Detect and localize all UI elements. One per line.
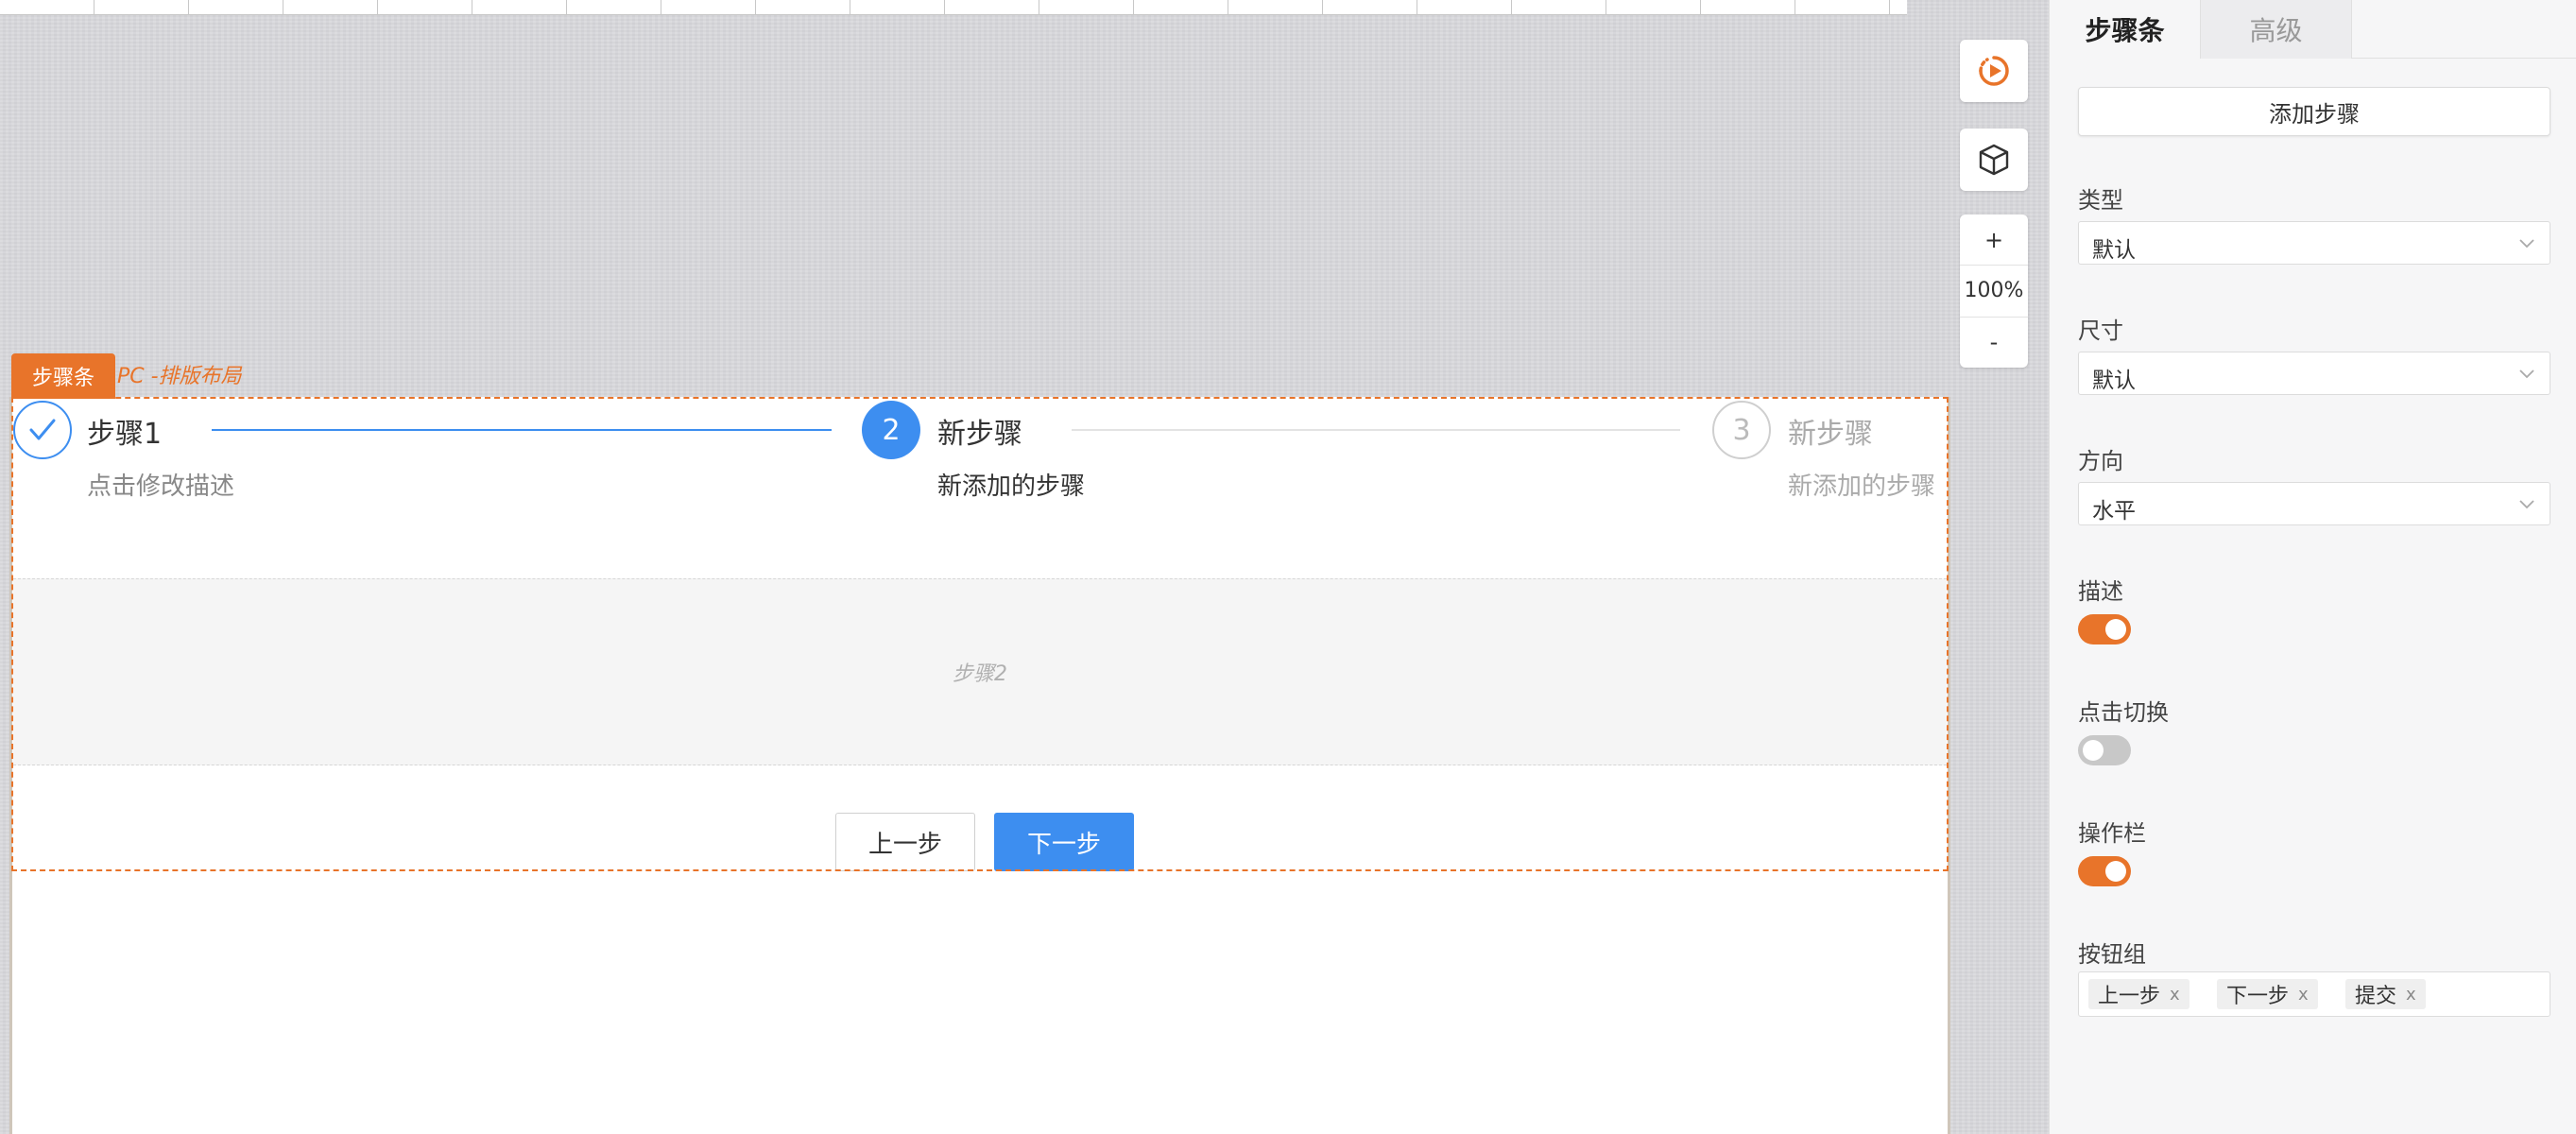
size-select-value: 默认 bbox=[2092, 369, 2136, 393]
toggle-knob bbox=[2105, 861, 2126, 882]
panel-tabs: 步骤条 高级 bbox=[2050, 0, 2576, 59]
size-label: 尺寸 bbox=[2078, 318, 2123, 344]
button-group-input[interactable]: 上一步 x 下一步 x 提交 x bbox=[2078, 971, 2550, 1017]
direction-select-value: 水平 bbox=[2092, 499, 2136, 524]
zoom-control: + 100% - bbox=[1960, 215, 2028, 368]
click-switch-label: 点击切换 bbox=[2078, 699, 2169, 726]
direction-select[interactable]: 水平 bbox=[2078, 482, 2550, 525]
add-step-button[interactable]: 添加步骤 bbox=[2078, 87, 2550, 136]
component-tag[interactable]: 步骤条 bbox=[11, 353, 116, 399]
type-select[interactable]: 默认 bbox=[2078, 221, 2550, 265]
chip-remove-icon[interactable]: x bbox=[2170, 985, 2180, 1005]
chip-label: 提交 bbox=[2355, 985, 2397, 1008]
preview-button[interactable] bbox=[1960, 40, 2028, 102]
layout-label: PC -排版布局 bbox=[117, 365, 242, 388]
button-group-label: 按钮组 bbox=[2078, 941, 2146, 968]
tab-steps[interactable]: 步骤条 bbox=[2050, 0, 2201, 59]
properties-panel: 步骤条 高级 添加步骤 类型 默认 尺寸 默认 方向 水平 描述 点击切换 操作… bbox=[2049, 0, 2576, 1134]
zoom-out-button[interactable]: - bbox=[1960, 316, 2028, 368]
selected-component-outline bbox=[11, 397, 1949, 871]
3d-view-button[interactable] bbox=[1960, 129, 2028, 191]
chip-remove-icon[interactable]: x bbox=[2298, 985, 2309, 1005]
zoom-level: 100% bbox=[1960, 265, 2028, 316]
cube-icon bbox=[1979, 144, 2009, 176]
click-switch-toggle[interactable] bbox=[2078, 735, 2131, 765]
toggle-knob bbox=[2105, 619, 2126, 640]
chip-next[interactable]: 下一步 x bbox=[2217, 979, 2318, 1009]
zoom-in-button[interactable]: + bbox=[1960, 215, 2028, 265]
design-canvas[interactable]: + 100% - 步骤条 PC -排版布局 步骤1 点击修改描述 2 新步骤 新… bbox=[0, 0, 2049, 1134]
chip-label: 上一步 bbox=[2098, 985, 2161, 1008]
tab-advanced[interactable]: 高级 bbox=[2201, 0, 2352, 59]
chevron-down-icon bbox=[2519, 239, 2534, 249]
chip-submit[interactable]: 提交 x bbox=[2345, 979, 2426, 1009]
direction-label: 方向 bbox=[2078, 448, 2123, 474]
chip-label: 下一步 bbox=[2226, 985, 2290, 1008]
chip-remove-icon[interactable]: x bbox=[2406, 985, 2416, 1005]
action-bar-label: 操作栏 bbox=[2078, 820, 2146, 847]
description-toggle[interactable] bbox=[2078, 614, 2131, 644]
type-select-value: 默认 bbox=[2092, 238, 2136, 263]
play-circle-icon bbox=[1979, 56, 2009, 86]
chevron-down-icon bbox=[2519, 369, 2534, 379]
size-select[interactable]: 默认 bbox=[2078, 352, 2550, 395]
toggle-knob bbox=[2083, 740, 2104, 761]
chip-prev[interactable]: 上一步 x bbox=[2088, 979, 2190, 1009]
type-label: 类型 bbox=[2078, 187, 2123, 214]
action-bar-toggle[interactable] bbox=[2078, 856, 2131, 886]
description-label: 描述 bbox=[2078, 578, 2123, 605]
chevron-down-icon bbox=[2519, 500, 2534, 509]
horizontal-ruler bbox=[0, 0, 1907, 15]
